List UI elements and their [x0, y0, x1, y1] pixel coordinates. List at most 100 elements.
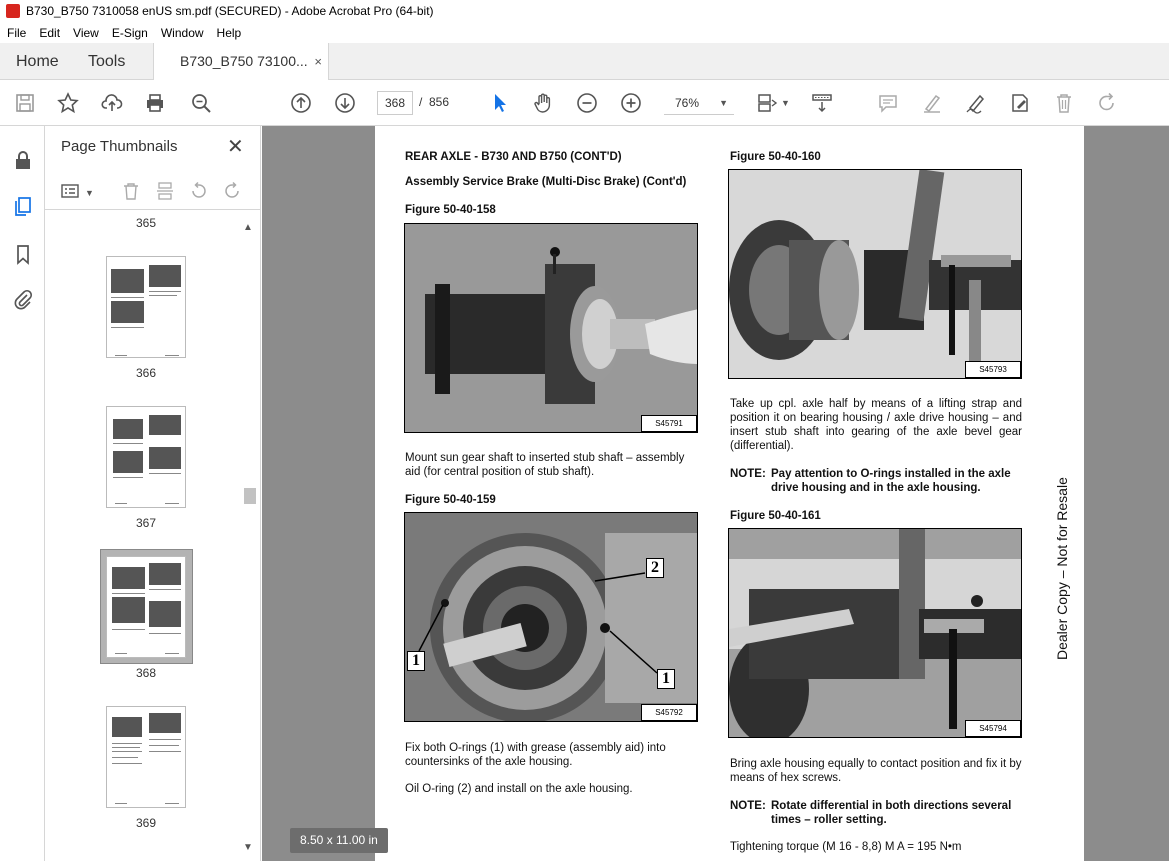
dealer-copy-watermark: Dealer Copy – Not for Resale: [1054, 477, 1070, 660]
menu-edit[interactable]: Edit: [33, 26, 66, 40]
page-thumbnails-panel: Page Thumbnails ✕ ▼ 365 366 367 368 369 …: [45, 126, 261, 861]
fit-page-chevron-icon[interactable]: ▼: [781, 98, 790, 108]
fit-page-icon[interactable]: [755, 91, 779, 115]
fig158-title: Figure 50-40-158: [405, 204, 496, 216]
bookmark-icon[interactable]: [11, 242, 35, 266]
fig159-text1: Fix both O-rings (1) with grease (assemb…: [405, 742, 666, 768]
note2-label: NOTE:: [730, 800, 766, 812]
zoom-level-select[interactable]: 76% ▼: [664, 91, 734, 115]
panel-close-icon[interactable]: ✕: [227, 134, 244, 159]
redo-icon[interactable]: [1095, 91, 1119, 115]
delete-page-icon[interactable]: [120, 180, 142, 202]
page-number-input[interactable]: 368: [377, 91, 413, 115]
upload-icon[interactable]: [100, 91, 124, 115]
zoom-level-value: 76%: [675, 96, 700, 110]
prev-page-icon[interactable]: [289, 91, 313, 115]
axle-photo-161: [729, 529, 1021, 737]
fig158-text: Mount sun gear shaft to inserted stub sh…: [405, 452, 685, 478]
sign-icon[interactable]: [964, 91, 988, 115]
callout-2: 2: [646, 558, 664, 578]
tab-home[interactable]: Home: [16, 43, 59, 80]
fig161-id: S45794: [965, 720, 1021, 737]
tab-document-label: B730_B750 73100...: [180, 53, 308, 69]
note1-label: NOTE:: [730, 468, 766, 480]
lock-icon[interactable]: [11, 148, 35, 172]
menu-window[interactable]: Window: [155, 26, 210, 40]
comment-icon[interactable]: [876, 91, 900, 115]
thumbnail-label-368: 368: [135, 666, 157, 680]
page-size-badge: 8.50 x 11.00 in: [290, 828, 388, 853]
chevron-down-icon: ▼: [719, 98, 728, 108]
figure-50-40-161: S45794: [728, 528, 1022, 738]
extract-pages-icon[interactable]: [154, 180, 176, 202]
toolbar: 368 / 856 76% ▼ ▼: [0, 80, 1169, 126]
highlight-icon[interactable]: [920, 91, 944, 115]
scroll-down-arrow-icon[interactable]: ▼: [243, 842, 253, 853]
print-icon[interactable]: [143, 91, 167, 115]
next-page-icon[interactable]: [333, 91, 357, 115]
zoom-in-icon[interactable]: [619, 91, 643, 115]
menu-file[interactable]: File: [1, 26, 32, 40]
callout-1-right: 1: [657, 669, 675, 689]
thumbnail-page-366[interactable]: [106, 256, 186, 358]
axle-photo-159: [405, 513, 697, 721]
menu-bar: File Edit View E-Sign Window Help: [0, 22, 1169, 43]
menu-help[interactable]: Help: [211, 26, 248, 40]
axle-photo-158: [405, 224, 697, 432]
doc-subheading: Assembly Service Brake (Multi-Disc Brake…: [405, 176, 687, 188]
fig159-text2: Oil O-ring (2) and install on the axle h…: [405, 783, 633, 795]
fig161-text: Bring axle housing equally to contact po…: [730, 758, 1022, 784]
scroll-up-arrow-icon[interactable]: ▲: [243, 222, 253, 233]
attachment-icon[interactable]: [11, 287, 35, 311]
zoom-search-icon[interactable]: [189, 91, 213, 115]
menu-esign[interactable]: E-Sign: [106, 26, 154, 40]
tab-close-icon[interactable]: ×: [314, 43, 322, 80]
save-icon[interactable]: [13, 91, 37, 115]
page-total: 856: [429, 95, 450, 109]
tab-tools[interactable]: Tools: [88, 43, 125, 80]
fig159-id: S45792: [641, 704, 697, 721]
tab-document[interactable]: B730_B750 73100... ×: [153, 43, 329, 80]
window-title: B730_B750 7310058 enUS sm.pdf (SECURED) …: [26, 4, 434, 18]
title-bar: B730_B750 7310058 enUS sm.pdf (SECURED) …: [0, 0, 1169, 22]
note2-text: Rotate differential in both directions s…: [771, 800, 1012, 826]
page-thumbnails-icon[interactable]: [11, 194, 35, 218]
thumbnail-scrollbar-thumb[interactable]: [244, 488, 256, 504]
thumbnail-page-367[interactable]: [106, 406, 186, 508]
menu-view[interactable]: View: [67, 26, 105, 40]
tab-bar: Home Tools B730_B750 73100... ×: [0, 43, 1169, 80]
fig158-id: S45791: [641, 415, 697, 432]
fig161-title: Figure 50-40-161: [730, 510, 821, 522]
rotate-left-icon[interactable]: [188, 180, 210, 202]
callout-1-left: 1: [407, 651, 425, 671]
doc-heading: REAR AXLE - B730 AND B750 (CONT'D): [405, 151, 622, 163]
fig159-title: Figure 50-40-159: [405, 494, 496, 506]
torque-text: Tightening torque (M 16 - 8,8) M A = 195…: [730, 841, 962, 853]
fill-sign-icon[interactable]: [1008, 91, 1032, 115]
thumbnail-label-365[interactable]: 365: [106, 216, 186, 230]
thumbnail-label-369: 369: [135, 816, 157, 830]
left-rail: [0, 126, 45, 861]
acrobat-app-icon: [6, 4, 20, 18]
note1-text: Pay attention to O-rings installed in th…: [771, 468, 1011, 494]
select-arrow-icon[interactable]: [488, 91, 512, 115]
thumbnail-label-366: 366: [135, 366, 157, 380]
zoom-out-icon[interactable]: [575, 91, 599, 115]
panel-toolbar: ▼: [45, 172, 261, 210]
panel-title: Page Thumbnails: [61, 138, 178, 155]
fig160-text: Take up cpl. axle half by means of a lif…: [730, 398, 1022, 452]
axle-photo-160: [729, 170, 1021, 378]
thumbnail-page-368[interactable]: [106, 556, 186, 658]
options-menu-icon[interactable]: [59, 180, 81, 202]
hand-icon[interactable]: [531, 91, 555, 115]
fig160-id: S45793: [965, 361, 1021, 378]
rotate-right-icon[interactable]: [221, 180, 243, 202]
delete-icon[interactable]: [1052, 91, 1076, 115]
thumbnail-page-369[interactable]: [106, 706, 186, 808]
scroll-mode-icon[interactable]: [810, 91, 834, 115]
fig160-title: Figure 50-40-160: [730, 151, 821, 163]
page-separator: /: [419, 95, 423, 109]
options-chevron-icon[interactable]: ▼: [85, 188, 94, 198]
thumbnail-label-367: 367: [135, 516, 157, 530]
star-icon[interactable]: [56, 91, 80, 115]
